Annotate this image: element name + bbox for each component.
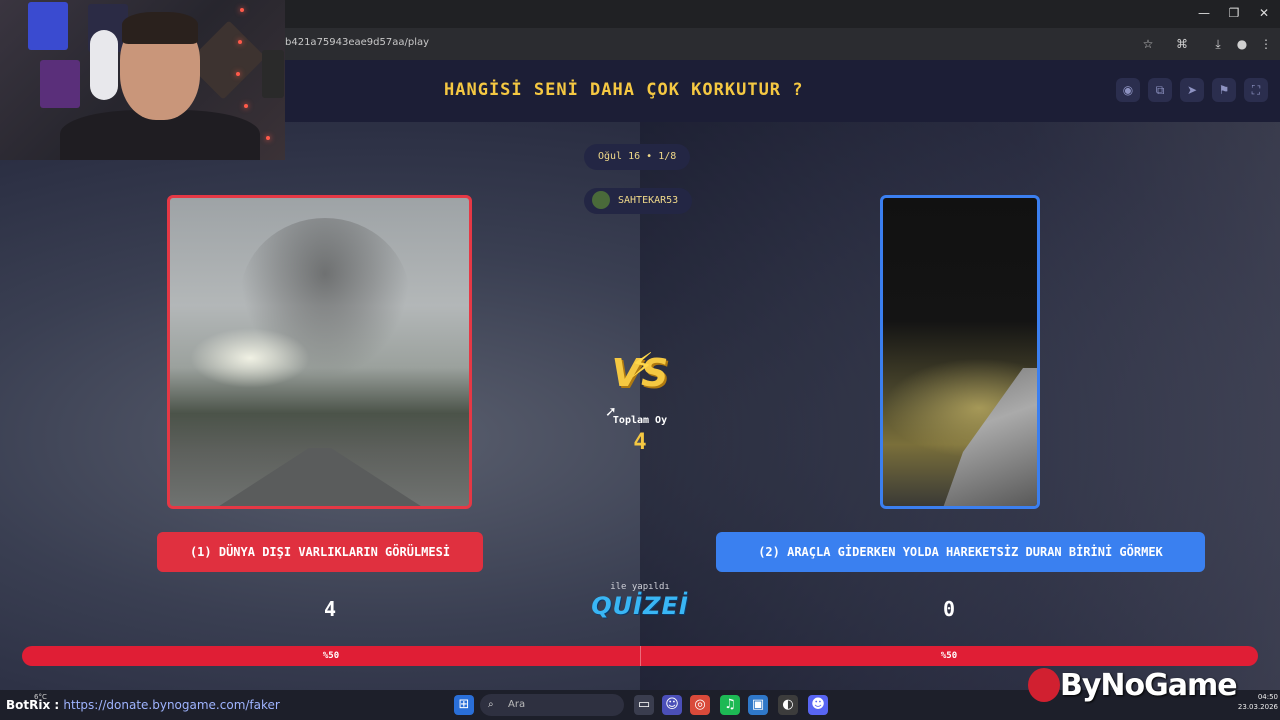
translate-icon[interactable]: ⌘ [1174,36,1190,52]
profile-icon[interactable]: ● [1234,36,1250,52]
creator-name: SAHTEKAR53 [618,195,679,206]
donate-ticker: BotRix : https://donate.bynogame.com/fak… [6,698,280,712]
bynogame-overlay: ByNoGame [1060,668,1238,703]
clock-date: 23.03.2026 [1237,703,1278,711]
poster-1 [28,2,68,50]
photos-icon[interactable]: ▣ [748,695,768,715]
led-light [240,8,244,12]
copy-icon[interactable]: ⧉ [1148,78,1172,102]
start-icon[interactable]: ⊞ [454,695,474,715]
round-indicator: Oğul 16 • 1/8 [584,144,691,170]
highway-road [210,448,430,506]
total-votes-label: Toplam Oy [612,415,668,426]
poster-5 [262,50,284,98]
taskbar-search-placeholder: Ara [508,699,526,710]
led-light [266,136,270,140]
mouse-cursor-icon: ➚ [605,404,617,420]
download-icon[interactable]: ⤓ [1210,36,1226,52]
led-light [236,72,240,76]
clock-time: 04:50 [1257,693,1278,701]
webcam-overlay [0,0,285,160]
minimize-button[interactable]: — [1194,6,1214,20]
screen: — ❐ ✕ b421a75943eae9d57aa/play ☆ ⌘ ⤓ ● ⋮… [0,0,1280,720]
made-with-label: ile yapıldı [610,582,670,592]
streamer-hair [122,12,198,44]
fullscreen-icon[interactable]: ⛶ [1244,78,1268,102]
send-icon[interactable]: ➤ [1180,78,1204,102]
quiz-title: HANGİSİ SENİ DAHA ÇOK KORKUTUR ? [444,80,804,100]
discord-icon[interactable]: ☻ [808,695,828,715]
taskbar-search[interactable]: ⌕ Ara [480,694,624,716]
option-1-votes: 4 [323,597,337,621]
close-button[interactable]: ✕ [1254,6,1274,20]
donate-url: https://donate.bynogame.com/faker [63,698,280,712]
bookmark-star-icon[interactable]: ☆ [1140,36,1156,52]
taskbar-clock[interactable]: 04:50 23.03.2026 [1226,692,1278,712]
headphones [90,30,118,100]
option-2-percent: %50 [940,651,958,661]
option-2-image[interactable] [880,195,1040,509]
menu-dots-icon[interactable]: ⋮ [1258,36,1274,52]
creator-avatar [592,191,610,209]
chrome-icon[interactable]: ◎ [690,695,710,715]
option-1-button[interactable]: (1) DÜNYA DIŞI VARLIKLARIN GÖRÜLMESİ [157,532,483,572]
poster-3 [40,60,80,108]
creator-badge[interactable]: SAHTEKAR53 [584,188,693,214]
option-2-button[interactable]: (2) ARAÇLA GİDERKEN YOLDA HAREKETSİZ DUR… [716,532,1205,572]
result-progress-bar: %50 %50 [22,646,1258,666]
donate-prefix: BotRix : [6,698,60,712]
sun-glow [190,328,310,388]
quizei-logo[interactable]: QUİZEİ [590,592,690,620]
maximize-button[interactable]: ❐ [1224,6,1244,20]
obs-icon[interactable]: ◐ [778,695,798,715]
url-text[interactable]: b421a75943eae9d57aa/play [285,37,429,48]
result-bar-divider [640,646,641,666]
option-2-votes: 0 [942,597,956,621]
spotify-icon[interactable]: ♫ [720,695,740,715]
search-icon: ⌕ [488,699,494,710]
teams-icon[interactable]: ☺ [662,695,682,715]
task-view-icon[interactable]: ▭ [634,695,654,715]
led-light [244,104,248,108]
eye-icon[interactable]: ◉ [1116,78,1140,102]
bynogame-logo-icon [1028,668,1060,702]
option-1-image[interactable] [167,195,472,509]
flag-icon[interactable]: ⚑ [1212,78,1236,102]
total-votes-value: 4 [633,430,647,455]
option-1-percent: %50 [322,651,340,661]
lightning-icon: ⚡ [630,346,654,386]
led-light [238,40,242,44]
